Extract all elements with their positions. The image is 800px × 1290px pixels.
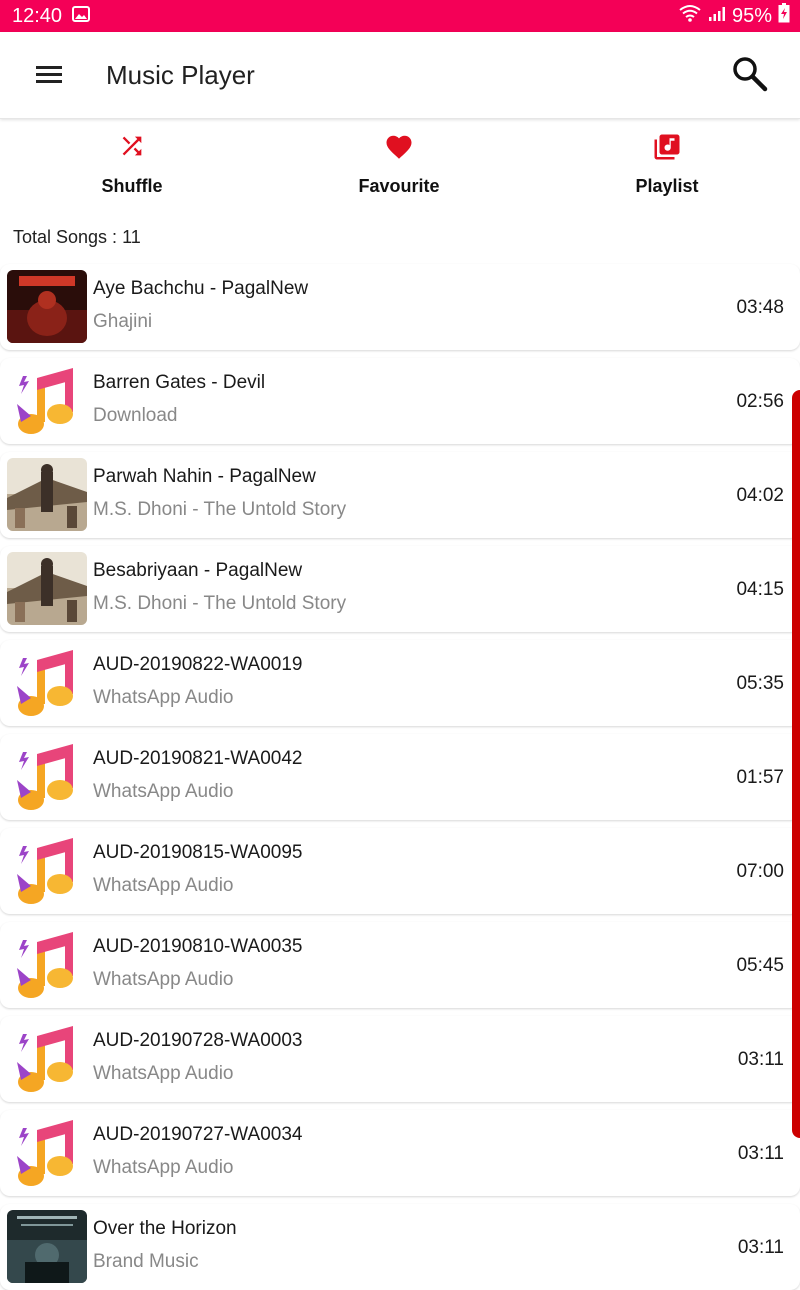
song-row[interactable]: AUD-20190728-WA0003 WhatsApp Audio 03:11 bbox=[0, 1016, 800, 1102]
song-album: WhatsApp Audio bbox=[93, 1157, 234, 1178]
song-duration: 03:11 bbox=[737, 1143, 784, 1164]
song-row[interactable]: AUD-20190810-WA0035 WhatsApp Audio 05:45 bbox=[0, 922, 800, 1008]
music-note-icon bbox=[7, 740, 87, 813]
song-title: AUD-20190822-WA0019 bbox=[93, 654, 303, 675]
total-songs-count: Total Songs : 11 bbox=[13, 227, 141, 247]
song-album: M.S. Dhoni - The Untold Story bbox=[93, 499, 347, 520]
song-duration: 07:00 bbox=[736, 861, 784, 882]
playlist-button[interactable]: Playlist bbox=[587, 120, 747, 210]
song-title: AUD-20190727-WA0034 bbox=[93, 1124, 303, 1145]
song-row[interactable]: AUD-20190822-WA0019 WhatsApp Audio 05:35 bbox=[0, 640, 800, 726]
hamburger-icon bbox=[36, 66, 62, 83]
song-title: AUD-20190728-WA0003 bbox=[93, 1030, 303, 1051]
song-title: AUD-20190810-WA0035 bbox=[93, 936, 303, 957]
song-title: Aye Bachchu - PagalNew bbox=[93, 278, 309, 299]
signal-icon bbox=[708, 5, 726, 28]
album-art-dhoni bbox=[7, 552, 87, 625]
song-album: WhatsApp Audio bbox=[93, 687, 234, 708]
song-duration: 02:56 bbox=[736, 391, 784, 412]
search-icon bbox=[733, 57, 768, 92]
song-row[interactable]: Barren Gates - Devil Download 02:56 bbox=[0, 358, 800, 444]
music-note-icon bbox=[7, 364, 87, 437]
heart-icon bbox=[319, 132, 479, 162]
song-row[interactable]: AUD-20190727-WA0034 WhatsApp Audio 03:11 bbox=[0, 1110, 800, 1196]
menu-button[interactable] bbox=[34, 60, 66, 90]
song-row[interactable]: Besabriyaan - PagalNew M.S. Dhoni - The … bbox=[0, 546, 800, 632]
song-album: WhatsApp Audio bbox=[93, 875, 234, 896]
search-button[interactable] bbox=[730, 54, 770, 94]
battery-charging-icon bbox=[778, 3, 790, 29]
song-album: WhatsApp Audio bbox=[93, 1063, 234, 1084]
song-album: Ghajini bbox=[93, 311, 153, 332]
music-note-icon bbox=[7, 1116, 87, 1189]
scroll-indicator[interactable] bbox=[792, 390, 800, 1138]
action-bar: Shuffle Favourite Playlist bbox=[0, 120, 800, 210]
song-title: Barren Gates - Devil bbox=[93, 372, 266, 393]
song-duration: 01:57 bbox=[736, 767, 784, 788]
favourite-button[interactable]: Favourite bbox=[319, 120, 479, 210]
status-time: 12:40 bbox=[12, 4, 63, 27]
song-duration: 05:45 bbox=[736, 955, 784, 976]
song-duration: 03:11 bbox=[737, 1237, 784, 1258]
music-note-icon bbox=[7, 834, 87, 907]
music-note-icon bbox=[7, 928, 87, 1001]
song-title: Parwah Nahin - PagalNew bbox=[93, 466, 316, 487]
battery-percent: 95% bbox=[731, 4, 772, 27]
status-bar: 12:40 95% bbox=[0, 0, 800, 32]
shuffle-icon bbox=[52, 132, 212, 160]
song-row[interactable]: Over the Horizon Brand Music 03:11 bbox=[0, 1204, 800, 1290]
album-art-horizon bbox=[7, 1210, 87, 1283]
song-album: WhatsApp Audio bbox=[93, 969, 234, 990]
music-note-icon bbox=[7, 1022, 87, 1095]
song-row[interactable]: Parwah Nahin - PagalNew M.S. Dhoni - The… bbox=[0, 452, 800, 538]
song-album: Brand Music bbox=[93, 1251, 199, 1272]
playlist-icon bbox=[587, 132, 747, 162]
song-title: AUD-20190821-WA0042 bbox=[93, 748, 303, 769]
app-bar: Music Player bbox=[0, 32, 800, 119]
song-title: Over the Horizon bbox=[93, 1218, 237, 1239]
song-row[interactable]: AUD-20190821-WA0042 WhatsApp Audio 01:57 bbox=[0, 734, 800, 820]
song-duration: 04:15 bbox=[736, 579, 784, 600]
song-duration: 03:48 bbox=[736, 297, 784, 318]
song-album: Download bbox=[93, 405, 178, 426]
song-title: Besabriyaan - PagalNew bbox=[93, 560, 303, 581]
song-title: AUD-20190815-WA0095 bbox=[93, 842, 303, 863]
music-note-icon bbox=[7, 646, 87, 719]
song-row[interactable]: Aye Bachchu - PagalNew Ghajini 03:48 bbox=[0, 264, 800, 350]
app-title: Music Player bbox=[106, 60, 255, 90]
song-row[interactable]: AUD-20190815-WA0095 WhatsApp Audio 07:00 bbox=[0, 828, 800, 914]
shuffle-label: Shuffle bbox=[101, 176, 163, 196]
song-duration: 05:35 bbox=[736, 673, 784, 694]
wifi-icon bbox=[678, 4, 702, 28]
song-album: WhatsApp Audio bbox=[93, 781, 234, 802]
song-album: M.S. Dhoni - The Untold Story bbox=[93, 593, 347, 614]
shuffle-button[interactable]: Shuffle bbox=[52, 120, 212, 210]
song-duration: 03:11 bbox=[737, 1049, 784, 1070]
playlist-label: Playlist bbox=[635, 176, 699, 196]
image-notification-icon bbox=[72, 5, 91, 28]
status-icons: 95% bbox=[678, 3, 790, 29]
album-art-ghajini bbox=[7, 270, 87, 343]
song-duration: 04:02 bbox=[736, 485, 784, 506]
favourite-label: Favourite bbox=[358, 176, 440, 196]
album-art-dhoni bbox=[7, 458, 87, 531]
